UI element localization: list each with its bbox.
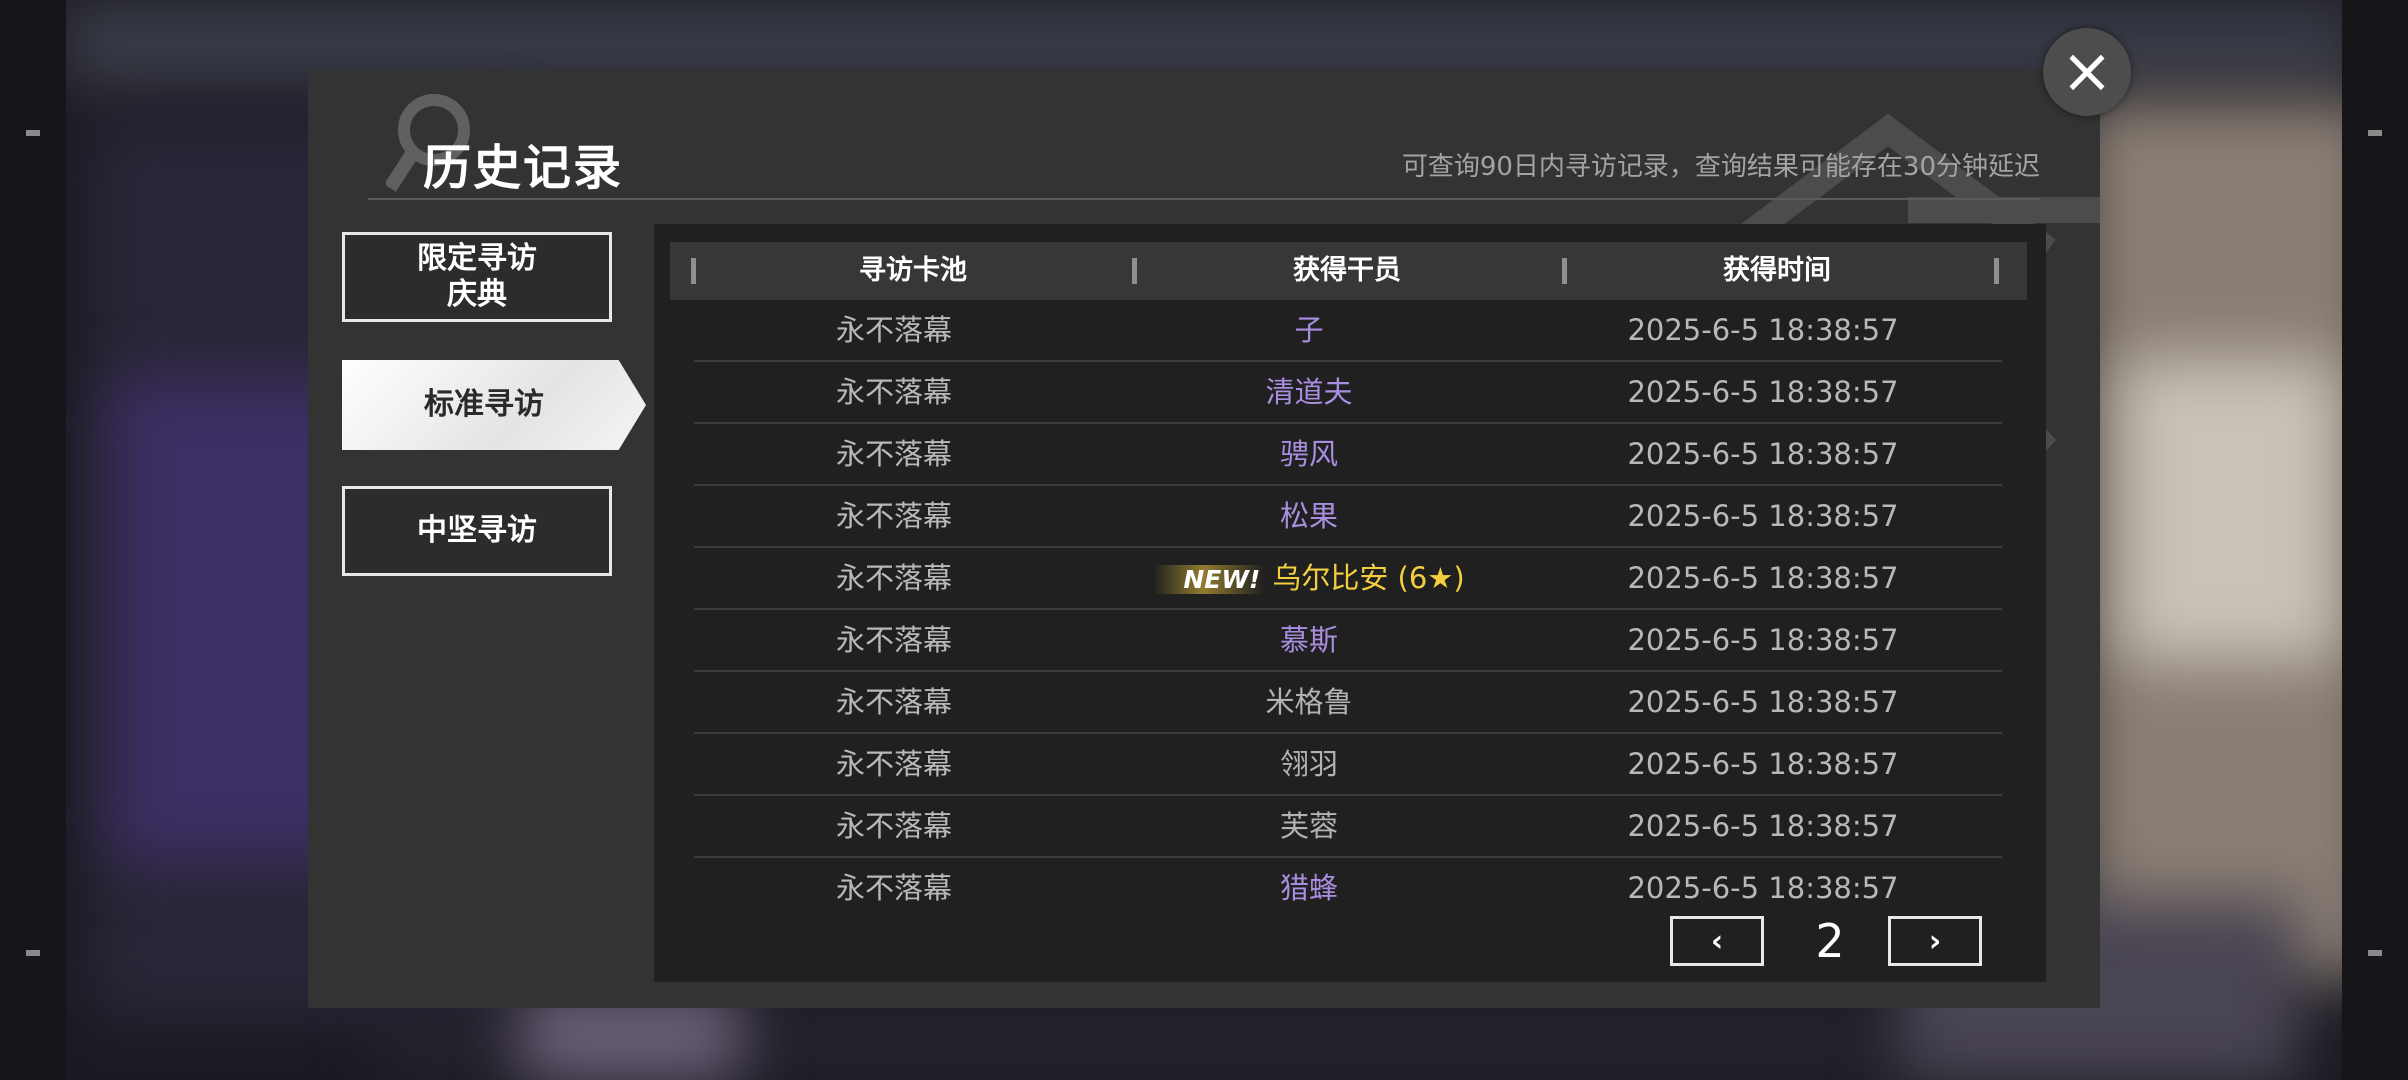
time-cell: 2025-6-5 18:38:57 xyxy=(1627,561,1899,595)
sidebar-item-label: 中坚寻访 xyxy=(417,513,537,548)
next-page-button[interactable]: › xyxy=(1888,916,1982,966)
operator-cell: 慕斯 xyxy=(1094,610,1524,670)
operator-cell: 子 xyxy=(1094,300,1524,360)
operator-cell: NEW! 乌尔比安 (6★) xyxy=(1094,548,1524,608)
pool-cell: 永不落幕 xyxy=(835,437,952,471)
page-number: 2 xyxy=(1815,914,1845,968)
pool-cell: 永不落幕 xyxy=(835,499,952,533)
operator-name: 芙蓉 xyxy=(1279,809,1338,843)
operator-cell: 骋风 xyxy=(1094,424,1524,484)
time-cell: 2025-6-5 18:38:57 xyxy=(1627,623,1899,657)
pool-cell: 永不落幕 xyxy=(835,747,952,781)
operator-name: 清道夫 xyxy=(1265,375,1353,409)
time-cell: 2025-6-5 18:38:57 xyxy=(1627,747,1899,781)
pool-cell: 永不落幕 xyxy=(835,375,952,409)
table-header: 寻访卡池 获得干员 获得时间 xyxy=(670,242,2027,300)
table-row: 永不落幕 松果 2025-6-5 18:38:57 xyxy=(694,486,2002,548)
title-divider xyxy=(368,198,2040,200)
operator-cell: 松果 xyxy=(1094,486,1524,546)
operator-name: 子 xyxy=(1294,313,1324,347)
sidebar-item-limited-banner[interactable]: 限定寻访 庆典 xyxy=(342,232,612,322)
history-dialog: 历史记录 可查询90日内寻访记录，查询结果可能存在30分钟延迟 限定寻访 庆典 … xyxy=(308,70,2100,1008)
operator-name: 乌尔比安 (6★) xyxy=(1272,561,1465,595)
table-row: 永不落幕 NEW! 乌尔比安 (6★) 2025-6-5 18:38:57 xyxy=(694,548,2002,610)
header-time: 获得时间 xyxy=(1723,255,1831,286)
table-row: 永不落幕 子 2025-6-5 18:38:57 xyxy=(694,300,2002,362)
sidebar-item-standard-banner[interactable]: 标准寻访 xyxy=(342,360,646,450)
table-row: 永不落幕 米格鲁 2025-6-5 18:38:57 xyxy=(694,672,2002,734)
table-row: 永不落幕 猎蜂 2025-6-5 18:38:57 xyxy=(694,858,2002,918)
pool-cell: 永不落幕 xyxy=(835,809,952,843)
prev-page-button[interactable]: ‹ xyxy=(1670,916,1764,966)
right-frame-strip xyxy=(2342,0,2408,1080)
query-hint-text: 可查询90日内寻访记录，查询结果可能存在30分钟延迟 xyxy=(1401,152,2040,182)
pagination: ‹ 2 › xyxy=(654,914,2046,972)
time-cell: 2025-6-5 18:38:57 xyxy=(1627,871,1899,905)
operator-cell: 米格鲁 xyxy=(1094,672,1524,732)
pool-cell: 永不落幕 xyxy=(835,871,952,905)
chevron-left-icon: ‹ xyxy=(1710,923,1724,959)
header-operator: 获得干员 xyxy=(1293,255,1401,286)
table-row: 永不落幕 骋风 2025-6-5 18:38:57 xyxy=(694,424,2002,486)
operator-name: 骋风 xyxy=(1279,437,1338,471)
operator-cell: 翎羽 xyxy=(1094,734,1524,794)
history-table-panel: 寻访卡池 获得干员 获得时间 永不落幕子 2025-6-5 18:38:57 永不落… xyxy=(654,224,2046,982)
table-row: 永不落幕 芙蓉 2025-6-5 18:38:57 xyxy=(694,796,2002,858)
header-pool: 寻访卡池 xyxy=(859,255,967,286)
chevron-right-icon: › xyxy=(1928,923,1942,959)
sidebar-item-label: 限定寻访 庆典 xyxy=(417,241,537,312)
close-icon: × xyxy=(2061,34,2113,107)
operator-name: 松果 xyxy=(1279,499,1338,533)
operator-name: 翎羽 xyxy=(1279,747,1338,781)
pool-cell: 永不落幕 xyxy=(835,313,952,347)
pool-cell: 永不落幕 xyxy=(835,685,952,719)
operator-cell: 清道夫 xyxy=(1094,362,1524,422)
operator-cell: 猎蜂 xyxy=(1094,858,1524,918)
sidebar-item-core-banner[interactable]: 中坚寻访 xyxy=(342,486,612,576)
table-row: 永不落幕 翎羽 2025-6-5 18:38:57 xyxy=(694,734,2002,796)
time-cell: 2025-6-5 18:38:57 xyxy=(1627,313,1899,347)
time-cell: 2025-6-5 18:38:57 xyxy=(1627,499,1899,533)
left-frame-strip xyxy=(0,0,66,1080)
time-cell: 2025-6-5 18:38:57 xyxy=(1627,437,1899,471)
new-badge: NEW! xyxy=(1153,565,1265,594)
time-cell: 2025-6-5 18:38:57 xyxy=(1627,685,1899,719)
dialog-title: 历史记录 xyxy=(423,140,624,196)
table-body: 永不落幕子 2025-6-5 18:38:57 永不落幕 清道夫 2025-6-5 18… xyxy=(694,300,2002,918)
operator-cell: 芙蓉 xyxy=(1094,796,1524,856)
pool-cell: 永不落幕 xyxy=(835,561,952,595)
operator-name: 慕斯 xyxy=(1279,623,1338,657)
time-cell: 2025-6-5 18:38:57 xyxy=(1627,375,1899,409)
table-row: 永不落幕 慕斯 2025-6-5 18:38:57 xyxy=(694,610,2002,672)
time-cell: 2025-6-5 18:38:57 xyxy=(1627,809,1899,843)
sidebar-item-label: 标准寻访 xyxy=(424,387,544,422)
table-row: 永不落幕 清道夫 2025-6-5 18:38:57 xyxy=(694,362,2002,424)
pool-cell: 永不落幕 xyxy=(835,623,952,657)
close-button[interactable]: × xyxy=(2043,28,2131,116)
header-separator xyxy=(1994,258,1999,284)
operator-name: 猎蜂 xyxy=(1279,871,1338,905)
operator-name: 米格鲁 xyxy=(1265,685,1353,719)
